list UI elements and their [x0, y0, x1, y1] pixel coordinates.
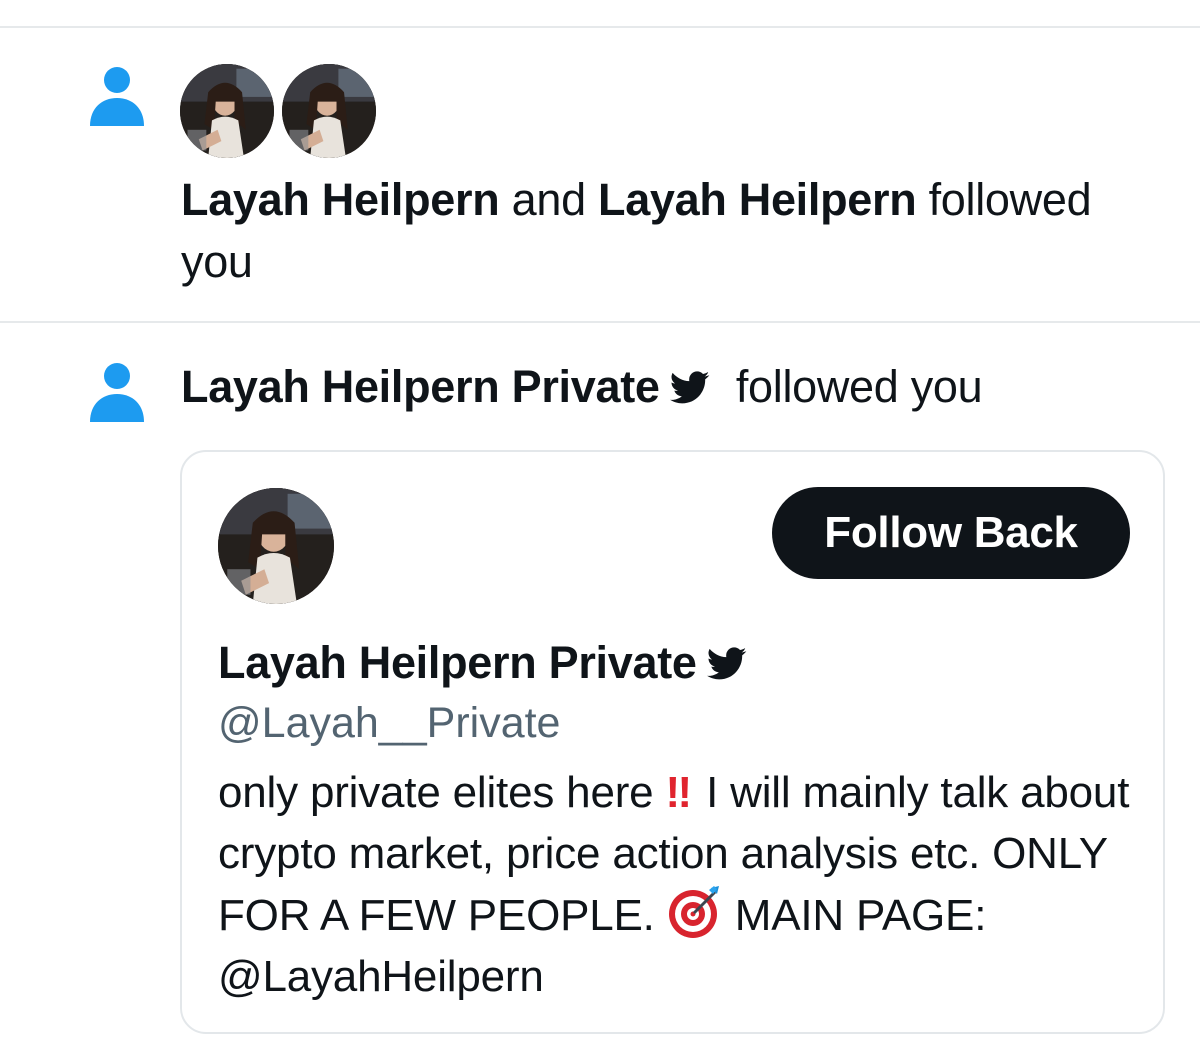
action-text: you — [181, 236, 253, 287]
person-icon — [90, 67, 144, 126]
user-name-link[interactable]: Layah Heilpern Private — [181, 361, 660, 412]
person-icon — [90, 363, 144, 422]
profile-name-text[interactable]: Layah Heilpern Private — [218, 637, 697, 688]
profile-bio: only private elites here ‼ I will mainly… — [218, 762, 1138, 1007]
target-icon — [668, 886, 719, 938]
avatar[interactable] — [282, 64, 376, 158]
user-name-link[interactable]: Layah Heilpern — [181, 174, 500, 225]
connector-text: and — [511, 174, 586, 225]
profile-name[interactable]: Layah Heilpern Private — [218, 632, 747, 694]
avatar[interactable] — [218, 488, 334, 604]
action-text: followed — [928, 174, 1092, 225]
bird-icon — [706, 647, 746, 680]
notification-text: Layah Heilpern Private followed you — [181, 356, 983, 418]
notification-item[interactable]: Layah Heilpern and Layah Heilpern follow… — [0, 26, 1200, 322]
notification-text: Layah Heilpern and Layah Heilpern follow… — [181, 169, 1171, 293]
double-exclamation-icon: ‼ — [665, 768, 692, 817]
bio-text: only private elites here — [218, 768, 654, 817]
user-name-link[interactable]: Layah Heilpern — [598, 174, 917, 225]
avatar[interactable] — [180, 64, 274, 158]
profile-handle: @Layah__Private — [218, 699, 561, 747]
bird-icon — [669, 371, 709, 404]
avatar-photo — [180, 64, 274, 158]
follow-back-button[interactable]: Follow Back — [772, 487, 1130, 579]
action-text: followed you — [735, 361, 983, 412]
avatar-photo — [282, 64, 376, 158]
avatar-photo — [218, 488, 334, 604]
profile-card[interactable]: Follow Back Layah Heilpern Private @Laya… — [180, 450, 1165, 1034]
